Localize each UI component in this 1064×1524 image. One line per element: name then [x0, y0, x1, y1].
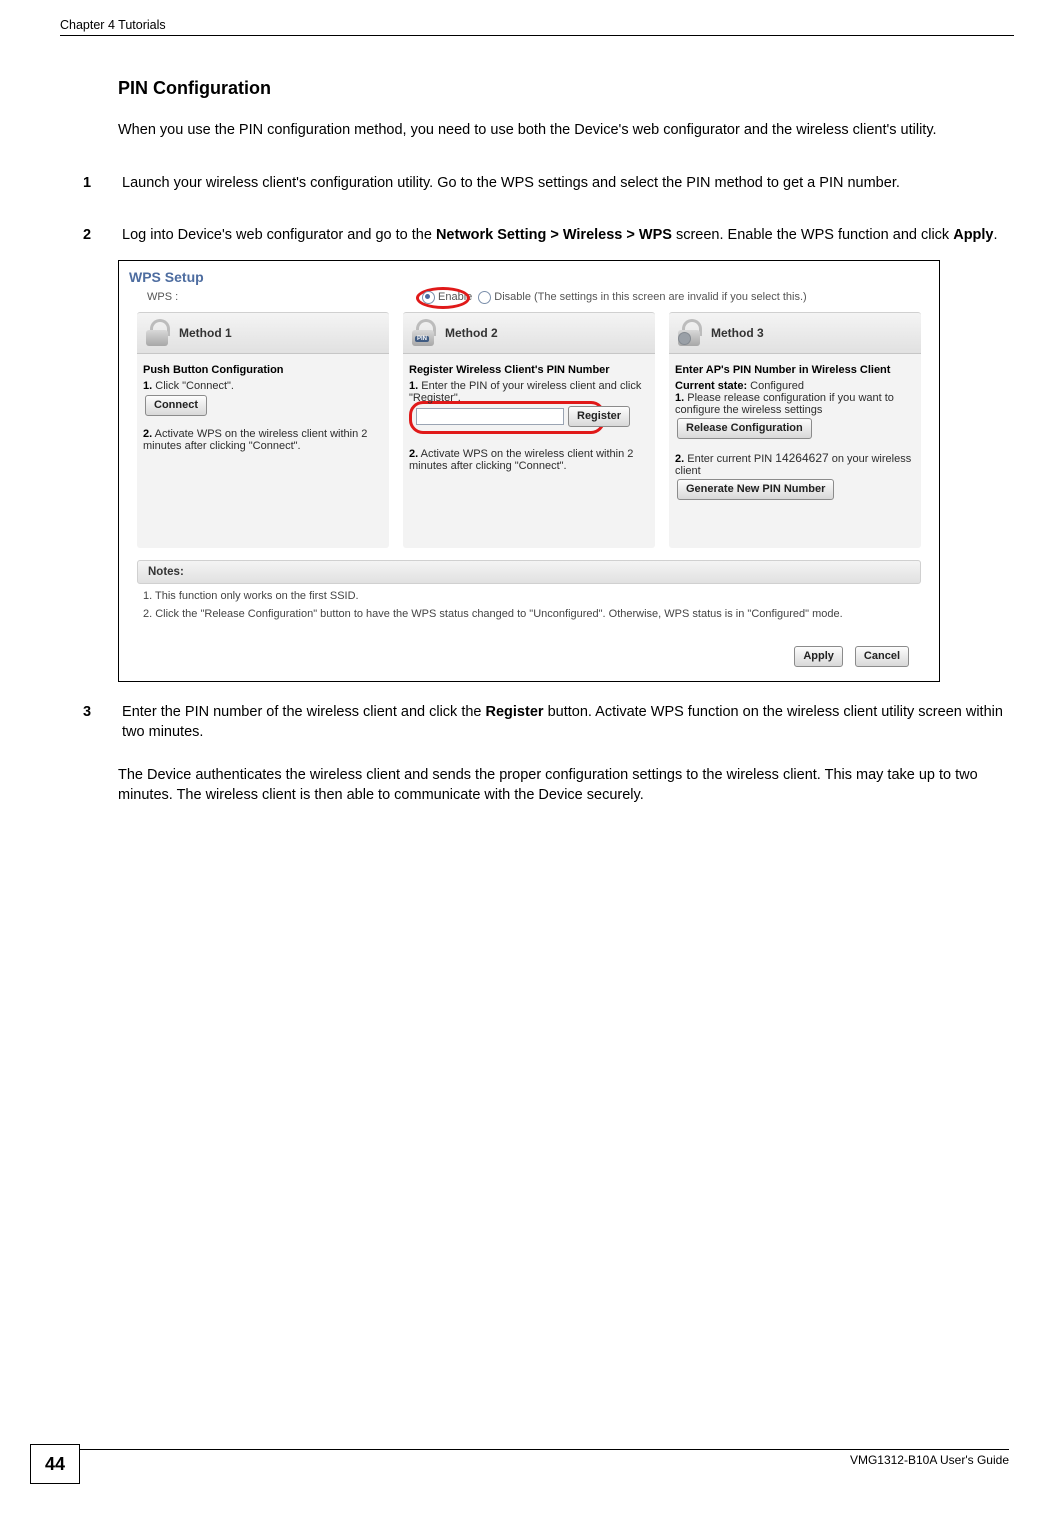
- lock-gear-icon: [675, 319, 703, 347]
- method-1-header: Method 1: [137, 312, 389, 354]
- wps-label: WPS :: [147, 291, 422, 303]
- radio-enable-wrap[interactable]: Enable: [422, 291, 478, 304]
- t-bold: Register: [486, 704, 544, 720]
- t-bold: 1.: [409, 380, 418, 392]
- method-2-header: PIN Method 2: [403, 312, 655, 354]
- wps-setup-title: WPS Setup: [119, 261, 939, 289]
- method-2-heading: Register Wireless Client's PIN Number: [409, 364, 649, 376]
- step-number: 2: [83, 225, 118, 246]
- generate-pin-button[interactable]: Generate New PIN Number: [677, 479, 834, 500]
- screenshot-wps-setup: WPS Setup WPS : Enable Disable (The sett…: [118, 260, 940, 682]
- register-button[interactable]: Register: [568, 406, 630, 427]
- notes-block: Notes: 1. This function only works on th…: [119, 556, 939, 634]
- t: Enter the PIN number of the wireless cli…: [122, 704, 485, 720]
- pin-number: 14264627: [775, 451, 828, 465]
- intro-paragraph: When you use the PIN configuration metho…: [118, 121, 988, 141]
- method-3-header: Method 3: [669, 312, 921, 354]
- method-3-title: Method 3: [711, 326, 764, 340]
- guide-name: VMG1312-B10A User's Guide: [850, 1453, 1009, 1467]
- lock-icon: [143, 319, 171, 347]
- cancel-button[interactable]: Cancel: [855, 646, 909, 667]
- pin-badge: PIN: [415, 336, 429, 342]
- t-bold: 2.: [675, 453, 684, 465]
- step-2: 2 Log into Device's web configurator and…: [83, 225, 1013, 246]
- connect-button[interactable]: Connect: [145, 395, 207, 416]
- radio-disable-label: Disable (The settings in this screen are…: [494, 291, 806, 303]
- t: Log into Device's web configurator and g…: [122, 227, 436, 243]
- method-3-body: Enter AP's PIN Number in Wireless Client…: [669, 354, 921, 548]
- note-2: 2. Click the "Release Configuration" but…: [137, 608, 921, 620]
- release-configuration-button[interactable]: Release Configuration: [677, 418, 812, 439]
- note-1: 1. This function only works on the first…: [137, 590, 921, 602]
- running-header: Chapter 4 Tutorials: [60, 18, 1014, 36]
- pin-input-row: Register: [409, 401, 605, 434]
- method-3-column: Method 3 Enter AP's PIN Number in Wirele…: [669, 312, 921, 548]
- lock-pin-icon: PIN: [409, 319, 437, 347]
- t: .: [994, 227, 998, 243]
- page-number: 44: [30, 1444, 80, 1484]
- step-3: 3 Enter the PIN number of the wireless c…: [83, 702, 1013, 743]
- figure-footer-buttons: Apply Cancel: [119, 634, 939, 681]
- t: Click "Connect".: [152, 380, 234, 392]
- method-1-title: Method 1: [179, 326, 232, 340]
- wps-enable-row: WPS : Enable Disable (The settings in th…: [119, 289, 939, 308]
- section-title: PIN Configuration: [118, 78, 1014, 99]
- step-number: 3: [83, 702, 118, 723]
- method-3-heading: Enter AP's PIN Number in Wireless Client: [675, 364, 915, 376]
- page: Chapter 4 Tutorials PIN Configuration Wh…: [0, 0, 1064, 1524]
- radio-disable[interactable]: [478, 291, 491, 304]
- t-bold: 2.: [409, 448, 418, 460]
- t: Enter current PIN: [684, 453, 775, 465]
- radio-enable[interactable]: [422, 291, 435, 304]
- method-2-body: Register Wireless Client's PIN Number 1.…: [403, 354, 655, 548]
- method-2-title: Method 2: [445, 326, 498, 340]
- methods-grid: Method 1 Push Button Configuration 1. Cl…: [119, 308, 939, 556]
- notes-header: Notes:: [137, 560, 921, 584]
- t-bold: Current state:: [675, 380, 747, 392]
- closing-paragraph: The Device authenticates the wireless cl…: [118, 765, 998, 806]
- t: Activate WPS on the wireless client with…: [409, 448, 633, 472]
- method-1-heading: Push Button Configuration: [143, 364, 383, 376]
- t: Please release configuration if you want…: [675, 392, 894, 416]
- page-footer: 44 VMG1312-B10A User's Guide: [0, 1444, 1064, 1484]
- step-text: Enter the PIN number of the wireless cli…: [122, 702, 1007, 743]
- method-1-body: Push Button Configuration 1. Click "Conn…: [137, 354, 389, 548]
- t-bold: 2.: [143, 428, 152, 440]
- t-bold: Network Setting > Wireless > WPS: [436, 227, 672, 243]
- step-1: 1 Launch your wireless client's configur…: [83, 173, 1013, 194]
- method-1-column: Method 1 Push Button Configuration 1. Cl…: [137, 312, 389, 548]
- t-bold: 1.: [143, 380, 152, 392]
- apply-button[interactable]: Apply: [794, 646, 843, 667]
- t-bold: 1.: [675, 392, 684, 404]
- step-text: Log into Device's web configurator and g…: [122, 225, 1007, 246]
- t: Activate WPS on the wireless client with…: [143, 428, 367, 452]
- method-2-column: PIN Method 2 Register Wireless Client's …: [403, 312, 655, 548]
- step-text: Launch your wireless client's configurat…: [122, 173, 1007, 194]
- footer-rule: VMG1312-B10A User's Guide: [80, 1449, 1009, 1450]
- t-bold: Apply: [953, 227, 993, 243]
- pin-input[interactable]: [416, 408, 564, 425]
- step-number: 1: [83, 173, 118, 194]
- t: screen. Enable the WPS function and clic…: [672, 227, 953, 243]
- t: Configured: [747, 380, 804, 392]
